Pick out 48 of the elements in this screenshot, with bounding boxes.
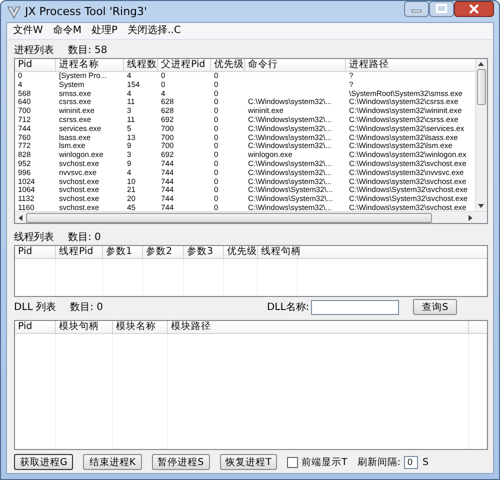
column-header[interactable]: 模块路径 xyxy=(168,321,469,333)
column-header[interactable]: 线程句柄 xyxy=(258,246,298,258)
app-icon xyxy=(7,4,21,18)
column-header[interactable]: 线程Pid xyxy=(56,246,103,258)
menu-item[interactable]: 文件W xyxy=(13,24,43,38)
column-header[interactable]: 进程名称 xyxy=(56,59,124,71)
section-label: DLL 列表 xyxy=(14,300,56,314)
column-header[interactable]: Pid xyxy=(15,246,56,258)
dll-name-label: DLL名称: xyxy=(266,301,310,314)
scroll-thumb[interactable] xyxy=(26,212,432,222)
column-header[interactable]: Pid xyxy=(15,59,56,71)
column-header[interactable]: 参数3 xyxy=(184,246,224,258)
column-header[interactable]: 线程数 xyxy=(124,59,158,71)
menu-item[interactable]: 命令M xyxy=(52,24,82,38)
column-header[interactable]: 优先级 xyxy=(224,246,258,258)
action-button[interactable]: 暂停进程S xyxy=(152,454,210,470)
minimize-icon[interactable] xyxy=(404,1,429,17)
scroll-thumb[interactable] xyxy=(477,69,486,105)
close-icon[interactable] xyxy=(454,1,494,17)
horizontal-scrollbar[interactable] xyxy=(15,211,487,223)
maximize-icon[interactable] xyxy=(429,1,454,17)
count-label: 数目: 0 xyxy=(68,230,101,244)
column-header[interactable]: 命令行 xyxy=(245,59,346,71)
interval-label: 刷新间隔: xyxy=(357,456,400,468)
section-label: 进程列表 xyxy=(14,44,54,56)
column-header[interactable]: 优先级 xyxy=(211,59,245,71)
column-header[interactable]: 模块名称 xyxy=(113,321,168,333)
count-label: 数目: 58 xyxy=(68,44,108,56)
unit-label: S xyxy=(422,456,428,468)
query-button[interactable]: 查询S xyxy=(413,299,458,315)
checkbox[interactable] xyxy=(287,456,298,468)
menu-item[interactable]: 关闭选择..C xyxy=(128,24,181,38)
vertical-scrollbar[interactable] xyxy=(475,59,487,211)
action-button[interactable]: 结束进程K xyxy=(83,454,142,470)
column-header[interactable]: 参数2 xyxy=(143,246,184,258)
column-header[interactable]: 父进程Pid xyxy=(158,59,211,71)
action-button[interactable]: 获取进程G xyxy=(14,454,74,470)
column-header[interactable]: 模块句柄 xyxy=(56,321,113,333)
menu-item[interactable]: 处理P xyxy=(92,24,118,38)
action-button[interactable]: 恢复进程T xyxy=(220,454,278,470)
dll-name-field[interactable] xyxy=(311,300,400,314)
section-label: 线程列表 xyxy=(14,230,54,244)
column-header[interactable]: 参数1 xyxy=(103,246,143,258)
checkbox-label[interactable]: 前端显示T xyxy=(301,456,348,468)
count-label: 数目: 0 xyxy=(70,301,103,314)
interval-field[interactable]: 0 xyxy=(404,456,418,468)
window-title: JX Process Tool 'Ring3' xyxy=(25,5,148,18)
column-header[interactable]: Pid xyxy=(15,321,56,333)
